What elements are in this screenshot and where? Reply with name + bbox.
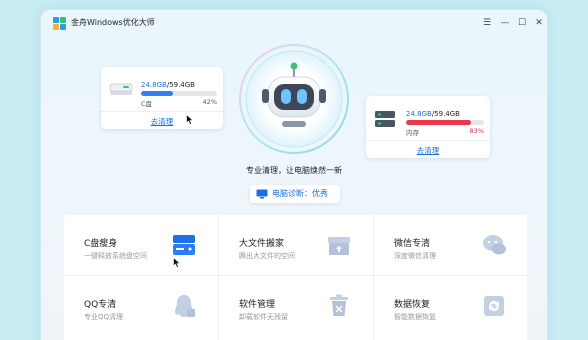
disk-usage-text: 24.8GB/59.4GB xyxy=(141,81,195,89)
tagline: 专业清理，让电脑焕然一新 xyxy=(246,166,342,175)
tile-title: 数据恢复 xyxy=(394,300,431,310)
memory-card: 24.8GB/59.4GB 内存 83% 去清理 xyxy=(366,96,490,158)
tile-big-file-move[interactable]: 大文件搬家 腾出大文件的空间 xyxy=(219,215,373,275)
disk-clean-link[interactable]: 去清理 xyxy=(101,116,223,127)
memory-icon xyxy=(375,111,395,127)
robot-icon xyxy=(239,44,349,154)
menu-icon[interactable]: ☰ xyxy=(481,17,493,29)
tile-software-manage[interactable]: 软件管理 卸载软件无残留 xyxy=(219,276,373,336)
memory-total: /59.4GB xyxy=(431,110,460,118)
card-divider xyxy=(101,111,223,112)
disk-name: C盘 xyxy=(141,100,153,108)
tile-title: C盘瘦身 xyxy=(84,239,118,249)
monitor-icon xyxy=(256,189,268,199)
memory-usage-fill xyxy=(406,120,471,125)
tile-wechat-clean[interactable]: 微信专清 深度微信清理 xyxy=(374,215,528,275)
disk-card: 24.8GB/59.4GB C盘 42% 去清理 xyxy=(101,67,223,129)
memory-clean-link[interactable]: 去清理 xyxy=(366,145,490,156)
trash-icon xyxy=(330,294,348,316)
tile-qq-clean[interactable]: QQ专清 专业QQ清理 xyxy=(64,276,218,336)
memory-usage-bar xyxy=(406,120,484,125)
disk-total: /59.4GB xyxy=(166,81,195,89)
tile-subtitle: 智能数据恢复 xyxy=(394,313,436,321)
memory-percent: 83% xyxy=(469,127,484,135)
diagnosis-text: 电脑诊断：优秀 xyxy=(272,189,328,198)
mouse-cursor-icon xyxy=(173,257,181,268)
app-window: 金舟Windows优化大师 ☰ — ☐ ✕ 24.8GB/59.4GB C盘 4… xyxy=(40,9,548,340)
box-move-icon xyxy=(328,237,350,255)
disk-slim-icon xyxy=(173,235,195,255)
qq-clean-icon xyxy=(175,295,195,317)
disk-usage-fill xyxy=(141,91,173,96)
memory-usage-text: 24.8GB/59.4GB xyxy=(406,110,460,118)
card-divider xyxy=(366,140,490,141)
feature-grid: C盘瘦身 一键释放系统盘空间 大文件搬家 腾出大文件的空间 微信专清 深度微信清… xyxy=(64,215,527,340)
robot-mascot xyxy=(238,43,350,155)
tile-title: QQ专清 xyxy=(84,300,117,310)
hard-drive-icon xyxy=(109,83,133,95)
tile-subtitle: 一键释放系统盘空间 xyxy=(84,252,147,260)
memory-used: 24.8GB xyxy=(406,110,432,118)
disk-used: 24.8GB xyxy=(141,81,167,89)
tile-subtitle: 腾出大文件的空间 xyxy=(239,252,295,260)
tile-title: 软件管理 xyxy=(239,300,276,310)
minimize-button[interactable]: — xyxy=(499,17,511,29)
maximize-button[interactable]: ☐ xyxy=(516,17,528,29)
disk-percent: 42% xyxy=(202,98,217,106)
mouse-cursor-icon xyxy=(186,114,194,125)
tile-title: 大文件搬家 xyxy=(239,239,285,249)
app-title: 金舟Windows优化大师 xyxy=(71,18,155,27)
title-bar: 金舟Windows优化大师 ☰ — ☐ ✕ xyxy=(41,10,547,36)
disk-usage-bar xyxy=(141,91,217,96)
data-recovery-icon xyxy=(484,296,504,316)
wechat-clean-icon xyxy=(483,235,506,255)
tile-subtitle: 专业QQ清理 xyxy=(84,313,124,321)
app-logo-icon xyxy=(53,17,66,30)
tile-subtitle: 深度微信清理 xyxy=(394,252,436,260)
tile-c-disk-slim[interactable]: C盘瘦身 一键释放系统盘空间 xyxy=(64,215,218,275)
memory-name: 内存 xyxy=(406,129,419,137)
close-button[interactable]: ✕ xyxy=(533,17,545,29)
tile-data-recovery[interactable]: 数据恢复 智能数据恢复 xyxy=(374,276,528,336)
tile-subtitle: 卸载软件无残留 xyxy=(239,313,288,321)
diagnosis-button[interactable]: 电脑诊断：优秀 xyxy=(250,185,340,203)
tile-title: 微信专清 xyxy=(394,239,431,249)
